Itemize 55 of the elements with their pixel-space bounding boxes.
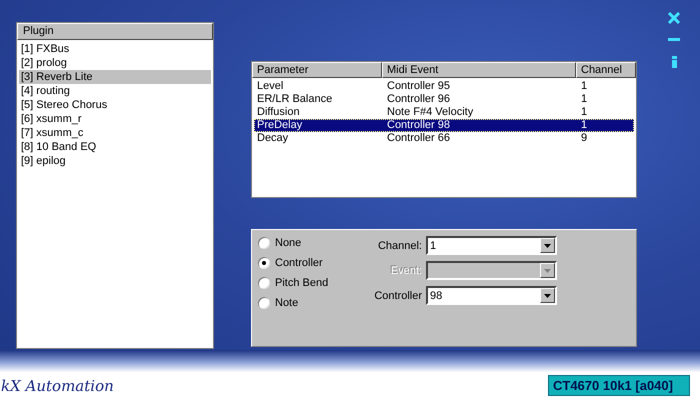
table-row[interactable]: Level Controller 95 1: [254, 80, 634, 93]
dropdown-field[interactable]: 1: [426, 236, 557, 255]
device-label: CT4670 10k1 [a040]: [548, 375, 690, 396]
table-cell-text: 1: [580, 80, 588, 93]
caret-icon: [540, 288, 555, 303]
radio-label: Note: [275, 297, 298, 309]
table-cell-text: Decay: [256, 132, 290, 145]
plugin-item[interactable]: [4] routing: [19, 84, 211, 98]
column-header[interactable]: Midi Event: [382, 62, 576, 78]
table-cell-text: PreDelay: [256, 119, 304, 132]
radio-button[interactable]: [258, 297, 270, 309]
plugin-item[interactable]: [8] 10 Band EQ: [19, 140, 211, 154]
plugin-item[interactable]: [3] Reverb Lite: [19, 70, 211, 84]
table-cell-text: Diffusion: [256, 106, 301, 119]
table-cell-text: Controller 98: [386, 119, 451, 132]
dropdown-field[interactable]: 98: [426, 286, 557, 305]
column-header[interactable]: Plugin: [17, 23, 213, 40]
table-row[interactable]: Diffusion Note F#4 Velocity 1: [254, 106, 634, 119]
plugin-item[interactable]: [1] FXBus: [19, 42, 211, 56]
column-header[interactable]: Parameter: [252, 62, 382, 78]
caret-icon: [540, 263, 555, 278]
dropdown-field[interactable]: [426, 261, 557, 280]
column-header[interactable]: Channel: [576, 62, 636, 78]
radio-button[interactable]: [258, 257, 270, 269]
radio-label: Pitch Bend: [275, 277, 328, 289]
caret-icon: [540, 238, 555, 253]
plugin-item[interactable]: [6] xsumm_r: [19, 112, 211, 126]
table-cell-text: Controller 66: [386, 132, 451, 145]
table-cell-text: Note F#4 Velocity: [386, 106, 474, 119]
app-title: kX Automation: [1, 377, 114, 396]
table-cell-text: 1: [580, 119, 588, 132]
table-cell-text: Controller 95: [386, 80, 451, 93]
radio-label: Controller: [275, 257, 323, 269]
table-cell-text: 1: [580, 106, 588, 119]
radio-label: None: [275, 237, 302, 249]
table-cell-text: Controller 96: [386, 93, 451, 106]
field-label: Event:: [390, 264, 422, 276]
radio-button[interactable]: [258, 237, 270, 249]
plugin-item[interactable]: [7] xsumm_c: [19, 126, 211, 140]
table-row[interactable]: ER/LR Balance Controller 96 1: [254, 93, 634, 106]
table-row[interactable]: Decay Controller 66 9: [254, 132, 634, 145]
field-label: Channel:: [376, 240, 422, 252]
field-label: Controller: [373, 290, 422, 302]
plugin-item[interactable]: [9] epilog: [19, 154, 211, 168]
table-cell-text: Level: [256, 80, 284, 93]
minimize-icon[interactable]: [668, 38, 680, 42]
table-cell-text: 9: [580, 132, 588, 145]
info-icon[interactable]: [672, 56, 676, 68]
table-cell-text: 1: [580, 93, 588, 106]
radio-button[interactable]: [258, 277, 270, 289]
close-icon[interactable]: [668, 12, 680, 24]
plugin-item[interactable]: [2] prolog: [19, 56, 211, 70]
table-cell-text: ER/LR Balance: [256, 93, 334, 106]
plugin-item[interactable]: [5] Stereo Chorus: [19, 98, 211, 112]
table-row[interactable]: PreDelay Controller 98 1: [254, 119, 634, 132]
